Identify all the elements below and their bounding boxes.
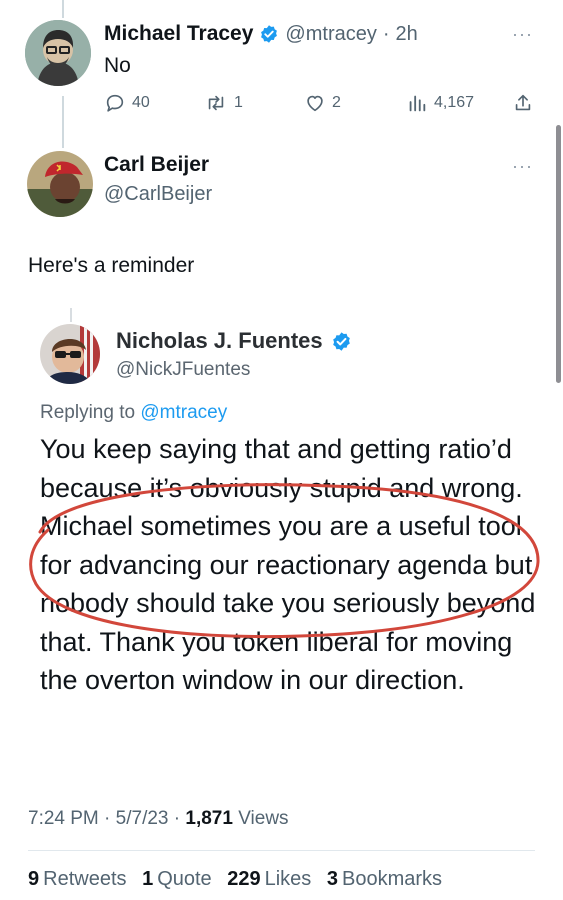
share-button[interactable] [512, 92, 534, 114]
meta-views-label: Views [238, 808, 289, 829]
tweet2-author-name[interactable]: Carl Beijer [104, 153, 209, 177]
more-icon[interactable]: ··· [512, 24, 533, 45]
more-icon[interactable]: ··· [512, 156, 533, 177]
meta-dot: · [104, 808, 111, 829]
tweet1-header: Michael Tracey @mtracey · 2h [104, 22, 418, 46]
stat-likes-label: Likes [264, 868, 312, 890]
avatar-illustration [40, 324, 100, 384]
stat-likes-count: 229 [227, 868, 261, 890]
thread-line-top [62, 0, 64, 18]
tweet-meta: 7:24 PM · 5/7/23 · 1,871 Views [28, 808, 289, 830]
views-button[interactable]: 4,167 [406, 92, 474, 114]
avatar-michael-tracey[interactable] [25, 20, 91, 86]
tweet1-author-name[interactable]: Michael Tracey [104, 22, 253, 46]
avatar-carl-beijer[interactable] [27, 151, 93, 217]
stat-bookmarks-label: Bookmarks [342, 868, 443, 890]
reply-icon [106, 94, 124, 112]
avatar-illustration [25, 20, 91, 86]
meta-dot: · [173, 808, 181, 829]
verified-icon [261, 25, 278, 43]
reply-count: 40 [132, 94, 150, 111]
avatar-illustration [27, 151, 93, 217]
stat-quotes-label: Quote [157, 868, 212, 890]
annotation-circle [29, 483, 540, 639]
stat-retweets-count: 9 [28, 868, 40, 890]
stat-retweets[interactable]: 9 Retweets [28, 868, 127, 890]
stat-quotes[interactable]: 1 Quote [142, 868, 212, 890]
verified-icon [332, 331, 350, 351]
divider [28, 850, 535, 851]
views-count: 4,167 [434, 94, 475, 111]
stat-likes[interactable]: 229 Likes [227, 868, 311, 890]
meta-date[interactable]: 5/7/23 [116, 808, 169, 829]
retweet-icon [208, 95, 224, 111]
stat-quotes-count: 1 [142, 868, 154, 890]
reply-button[interactable]: 40 [104, 92, 150, 114]
views-icon [409, 95, 426, 112]
scrollbar[interactable] [556, 125, 561, 383]
dot-separator: · [382, 22, 390, 45]
stat-bookmarks-count: 3 [326, 868, 338, 890]
tweet1-text: No [104, 54, 131, 77]
stat-bookmarks[interactable]: 3 Bookmarks [327, 868, 442, 890]
meta-views-count: 1,871 [185, 808, 233, 829]
share-icon [515, 94, 531, 111]
tweet2-text: Here's a reminder [28, 254, 195, 277]
replying-to-link[interactable]: @mtracey [140, 402, 227, 423]
meta-time[interactable]: 7:24 PM [28, 808, 99, 829]
avatar-nicholas-fuentes[interactable] [40, 324, 100, 384]
retweet-count: 1 [234, 94, 243, 111]
quoted-replying-line: Replying to @mtracey [40, 402, 227, 424]
engagement-stats: 9 Retweets 1 Quote 229 Likes 3 Bookmarks [28, 868, 452, 891]
like-button[interactable]: 2 [304, 92, 341, 114]
like-count: 2 [332, 94, 341, 111]
retweet-button[interactable]: 1 [204, 92, 243, 114]
quoted-header: Nicholas J. Fuentes [116, 328, 352, 354]
quoted-image-thread-dot [70, 308, 72, 322]
quoted-author-name[interactable]: Nicholas J. Fuentes [116, 328, 323, 354]
tweet1-time[interactable]: 2h [396, 23, 418, 46]
like-icon [307, 95, 323, 112]
quoted-handle[interactable]: @NickJFuentes [116, 359, 250, 381]
thread-line-mid [62, 96, 64, 148]
tweet1-handle[interactable]: @mtracey [285, 23, 376, 46]
tweet2-handle[interactable]: @CarlBeijer [104, 183, 212, 206]
replying-prefix: Replying to [40, 402, 136, 423]
stat-retweets-label: Retweets [43, 868, 127, 890]
